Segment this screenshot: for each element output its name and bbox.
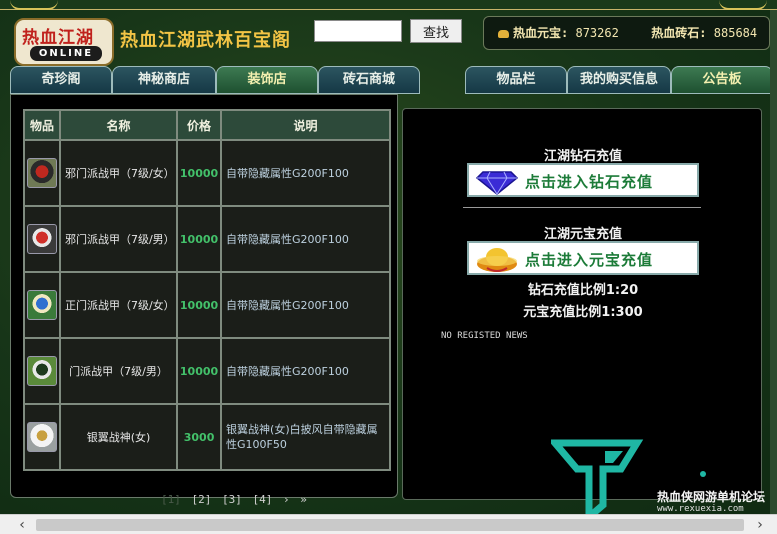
item-description: 自带隐藏属性G200F100 (220, 271, 391, 339)
yuanbao-ratio-text: 元宝充值比例1:300 (523, 305, 643, 320)
tab-diamond-mall[interactable]: 砖石商城 (318, 66, 420, 94)
pagination: [1] [2] [3] [4] › » (161, 493, 311, 506)
table-row[interactable]: 银翼战神(女) 3000 银翼战神(女)白披风自带隐藏属性G100F50 (23, 403, 391, 471)
item-description: 自带隐藏属性G200F100 (220, 139, 391, 207)
item-description: 自带隐藏属性G200F100 (220, 205, 391, 273)
yuanbao-value: 873262 (575, 26, 619, 40)
item-name: 邪门派战甲（7级/女） (58, 139, 179, 207)
item-description: 自带隐藏属性G200F100 (220, 337, 391, 405)
page-link-3[interactable]: [3] (222, 493, 242, 506)
tab-notice-board[interactable]: 公告板 (671, 66, 773, 94)
tab-inventory[interactable]: 物品栏 (465, 66, 567, 94)
site-title: 热血江湖武林百宝阁 (120, 30, 291, 51)
frame-corner-ornament (10, 0, 58, 10)
header-price: 价格 (176, 109, 223, 141)
last-page-link[interactable]: » (300, 493, 307, 506)
item-price: 10000 (176, 205, 223, 273)
yuanbao-recharge-title: 江湖元宝充值 (543, 227, 622, 242)
gold-ingot-icon (477, 248, 517, 272)
item-name: 银翼战神(女) (58, 403, 179, 471)
table-row[interactable]: 门派战甲（7级/男） 10000 自带隐藏属性G200F100 (23, 337, 391, 405)
page-link-2[interactable]: [2] (192, 493, 212, 506)
item-name: 邪门派战甲（7级/男） (58, 205, 179, 273)
section-divider (463, 207, 701, 208)
ingot-icon (498, 29, 509, 38)
tab-treasure-pavilion[interactable]: 奇珍阁 (10, 66, 112, 94)
item-price: 10000 (176, 271, 223, 339)
yuanbao-label: 热血元宝: (513, 26, 569, 40)
watermark-url: www.rexuexia.com (657, 504, 744, 514)
game-logo[interactable]: 热血江湖 ONLINE (14, 18, 114, 66)
header-description: 说明 (220, 109, 391, 141)
yuanbao-recharge-button[interactable]: 点击进入元宝充值 (467, 241, 699, 275)
armor-green-icon[interactable] (26, 356, 57, 386)
table-row[interactable]: 邪门派战甲（7级/男） 10000 自带隐藏属性G200F100 (23, 205, 391, 273)
header-item: 物品 (23, 109, 61, 141)
window-top-frame (0, 0, 777, 10)
diamond-ratio-text: 钻石充值比例1:20 (527, 283, 639, 298)
item-price: 3000 (176, 403, 223, 471)
item-price: 10000 (176, 139, 223, 207)
diamond-recharge-button[interactable]: 点击进入钻石充值 (467, 163, 699, 197)
scrollbar-thumb[interactable] (36, 519, 744, 531)
table-row[interactable]: 正门派战甲（7级/女） 10000 自带隐藏属性G200F100 (23, 271, 391, 339)
vertical-scrollbar[interactable] (770, 10, 777, 514)
search-button[interactable]: 查找 (410, 19, 462, 43)
page-link-1[interactable]: [1] (161, 493, 181, 506)
item-name: 门派战甲（7级/男） (58, 337, 179, 405)
next-page-link[interactable]: › (283, 493, 290, 506)
table-header-row: 物品 名称 价格 说明 (23, 109, 391, 141)
tab-purchase-history[interactable]: 我的购买信息 (567, 66, 671, 94)
armor-white-icon[interactable] (26, 422, 57, 452)
zhuanshi-value: 885684 (713, 26, 758, 40)
logo-text: 热血江湖 (22, 28, 94, 48)
tab-decoration-shop[interactable]: 装饰店 (216, 66, 318, 94)
scroll-right-icon[interactable]: › (752, 517, 768, 533)
item-price: 10000 (176, 337, 223, 405)
yuanbao-recharge-label: 点击进入元宝充值 (525, 251, 654, 269)
logo-subtext: ONLINE (30, 46, 102, 61)
diamond-recharge-label: 点击进入钻石充值 (525, 173, 654, 191)
diamond-icon (475, 171, 519, 195)
balance-bar: 热血元宝: 873262 热血砖石: 885684 (483, 16, 770, 50)
item-list-panel: 物品 名称 价格 说明 邪门派战甲（7级/女） 10000 自带隐藏属性G200… (10, 94, 398, 506)
watermark-logo-icon (551, 439, 644, 519)
item-name: 正门派战甲（7级/女） (58, 271, 179, 339)
armor-red-icon[interactable] (26, 158, 57, 188)
table-row[interactable]: 邪门派战甲（7级/女） 10000 自带隐藏属性G200F100 (23, 139, 391, 207)
search-input[interactable] (314, 20, 402, 42)
news-text: NO REGISTED NEWS (441, 331, 528, 341)
armor-red-icon[interactable] (26, 224, 57, 254)
armor-blue-icon[interactable] (26, 290, 57, 320)
frame-corner-ornament (719, 0, 767, 10)
page-link-4[interactable]: [4] (253, 493, 273, 506)
item-description: 银翼战神(女)白披风自带隐藏属性G100F50 (220, 403, 391, 471)
notice-board-panel: 江湖钻石充值 点击进入钻石充值 江湖元宝充值 点击进入元宝充值 钻石充值比例1:… (402, 108, 762, 519)
watermark-dot (700, 471, 706, 477)
horizontal-scrollbar[interactable]: ‹ › (0, 514, 777, 534)
diamond-recharge-title: 江湖钻石充值 (543, 149, 622, 164)
zhuanshi-label: 热血砖石: (651, 26, 707, 40)
tab-mystery-shop[interactable]: 神秘商店 (112, 66, 216, 94)
scroll-left-icon[interactable]: ‹ (14, 517, 30, 533)
item-table: 物品 名称 价格 说明 邪门派战甲（7级/女） 10000 自带隐藏属性G200… (23, 109, 391, 471)
watermark-text: 热血侠网游单机论坛 (657, 490, 766, 504)
header-name: 名称 (58, 109, 179, 141)
